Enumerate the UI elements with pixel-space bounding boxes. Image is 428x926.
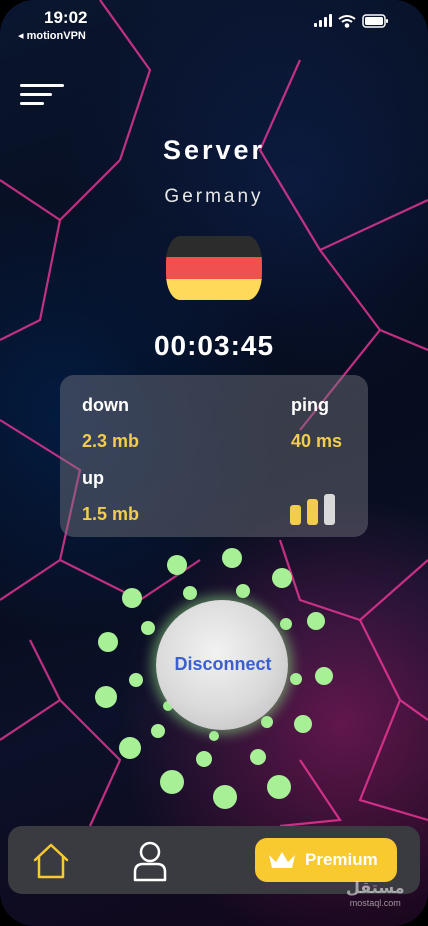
crown-icon: [269, 852, 295, 868]
premium-button[interactable]: Premium: [255, 838, 397, 882]
premium-label: Premium: [305, 850, 378, 869]
watermark-text: مستقل: [346, 880, 405, 897]
disconnect-button[interactable]: Disconnect: [156, 600, 288, 730]
home-icon[interactable]: [30, 840, 72, 882]
app-screen: 19:02 ◂ motionVPN Server Germany 00:03:4…: [0, 0, 428, 926]
profile-icon[interactable]: [132, 840, 168, 882]
watermark-domain: mostaql.com: [349, 898, 401, 908]
disconnect-label: Disconnect: [174, 654, 272, 674]
connection-animation-dots: [95, 548, 333, 809]
watermark: مستقل mostaql.com: [346, 878, 405, 908]
